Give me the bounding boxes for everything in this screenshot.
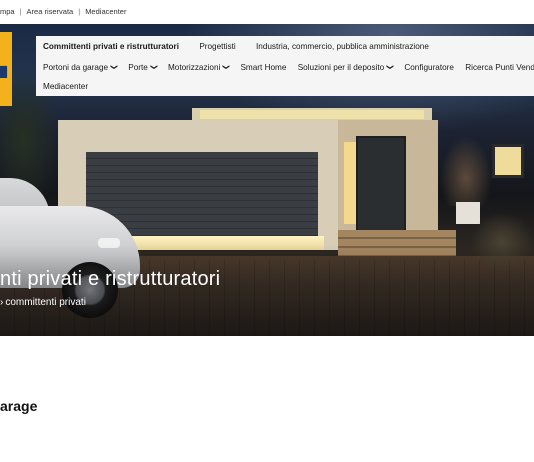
separator: | xyxy=(19,7,22,16)
utility-link-area-riservata[interactable]: Area riservata xyxy=(27,7,74,16)
menu-label: Soluzioni per il deposito xyxy=(297,63,385,72)
house-window-band xyxy=(200,110,424,119)
front-door-image xyxy=(356,136,406,232)
tab-industria[interactable]: Industria, commercio, pubblica amministr… xyxy=(256,42,429,51)
menu-porte[interactable]: Porte ❯ xyxy=(128,63,157,72)
menu-label: Smart Home xyxy=(240,63,287,72)
menu-portoni-da-garage[interactable]: Portoni da garage ❯ xyxy=(43,63,117,72)
top-utility-bar: mpa | Area riservata | Mediacenter xyxy=(0,0,534,24)
menu-label: Configuratore xyxy=(404,63,454,72)
chevron-down-icon: ❯ xyxy=(222,64,230,70)
hero-subtitle-text: committenti privati xyxy=(5,297,86,308)
chevron-down-icon: ❯ xyxy=(149,64,157,70)
utility-link-stampa[interactable]: mpa xyxy=(0,7,15,16)
menu-mediacenter[interactable]: Mediacenter xyxy=(43,82,88,91)
separator: | xyxy=(78,7,81,16)
audience-tabs: Committenti privati e ristrutturatori Pr… xyxy=(43,42,447,56)
utility-links: mpa | Area riservata | Mediacenter xyxy=(0,7,126,16)
menu-label: Portoni da garage xyxy=(43,63,109,72)
brand-logo[interactable]: █ xyxy=(0,32,12,106)
tab-committenti-privati[interactable]: Committenti privati e ristrutturatori xyxy=(43,42,179,51)
menu-label: Porte xyxy=(128,63,148,72)
menu-label: Ricerca Punti Vendita xyxy=(465,63,534,72)
menu-smart-home[interactable]: Smart Home xyxy=(240,63,286,72)
hero-banner: █ Committenti privati e ristrutturatori … xyxy=(0,24,534,336)
tab-progettisti[interactable]: Progettisti xyxy=(199,42,235,51)
utility-link-mediacenter[interactable]: Mediacenter xyxy=(85,7,126,16)
menu-soluzioni-deposito[interactable]: Soluzioni per il deposito ❯ xyxy=(298,63,393,72)
chevron-down-icon: ❯ xyxy=(110,64,118,70)
arrow-right-icon: › xyxy=(0,297,4,308)
hero-subtitle-link[interactable]: › committenti privati xyxy=(0,297,86,308)
menu-label: Motorizzazioni xyxy=(167,63,221,72)
side-window xyxy=(492,144,524,178)
hero-title: nti privati e ristrutturatori xyxy=(0,268,221,290)
menu-configuratore[interactable]: Configuratore xyxy=(404,63,454,72)
product-menu: Portoni da garage ❯ Porte ❯ Motorizzazioni… xyxy=(43,63,534,72)
logo-mark-icon: █ xyxy=(0,67,8,78)
door-side-glass xyxy=(344,142,356,224)
menu-ricerca-punti-vendita[interactable]: Ricerca Punti Vendita xyxy=(465,63,534,72)
chevron-down-icon: ❯ xyxy=(386,64,394,70)
main-navigation: Committenti privati e ristrutturatori Pr… xyxy=(36,36,534,96)
menu-motorizzazioni[interactable]: Motorizzazioni ❯ xyxy=(168,63,229,72)
section-heading: arage xyxy=(0,398,38,414)
plant xyxy=(440,136,492,206)
